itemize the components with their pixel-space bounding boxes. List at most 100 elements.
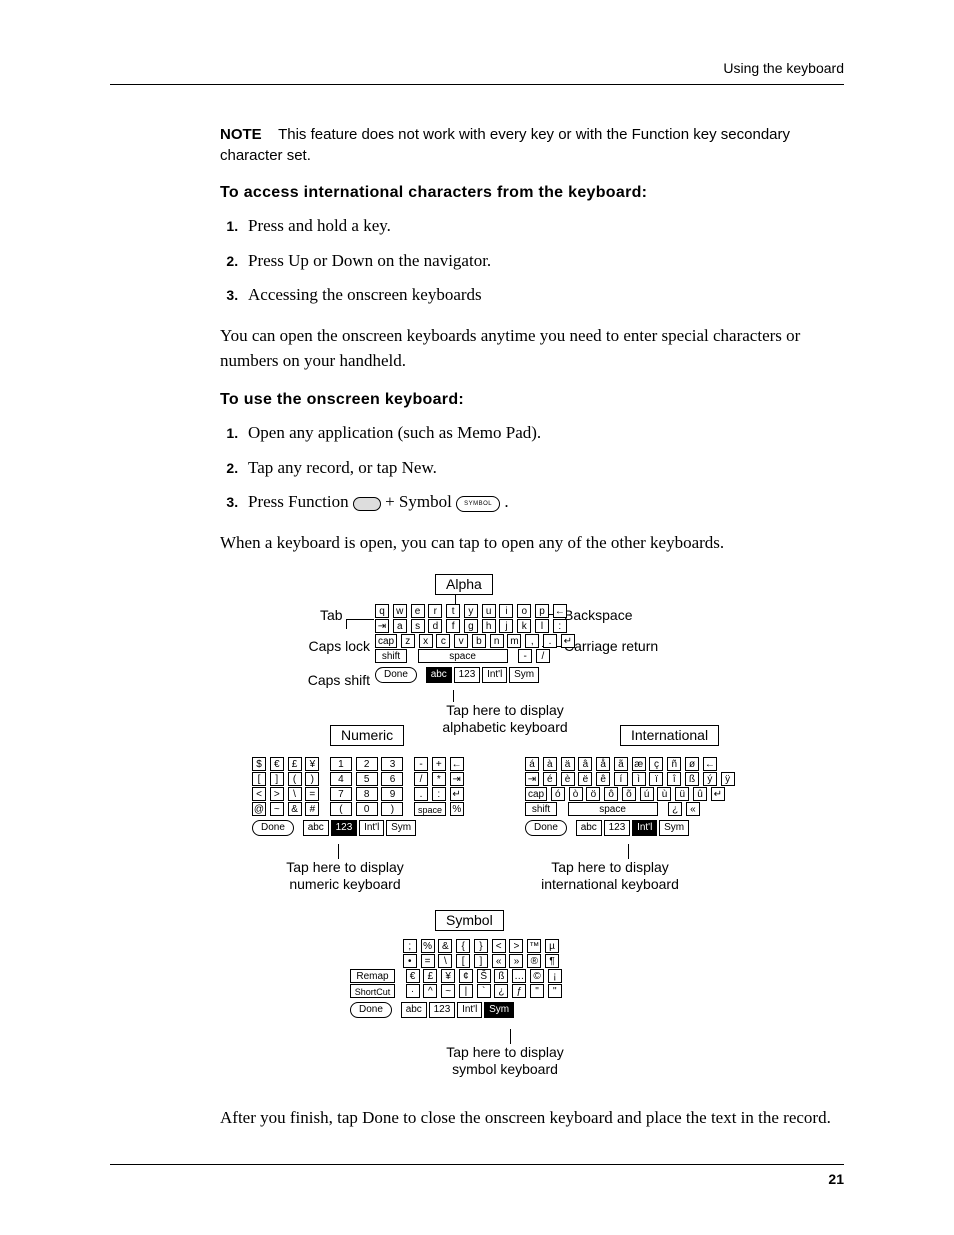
kbd-key: « (686, 802, 700, 816)
kbd-key-return: ↵ (561, 634, 575, 648)
kbd-done-button: Done (525, 820, 567, 836)
kbd-key: ¿ (668, 802, 682, 816)
kbd-key: µ (545, 939, 559, 953)
kbd-key: õ (622, 787, 636, 801)
kbd-key: t (446, 604, 460, 618)
kbd-key: ã (614, 757, 628, 771)
kbd-key: u (482, 604, 496, 618)
kbd-key: ä (561, 757, 575, 771)
kbd-key: " (530, 984, 544, 998)
caption-symbol: Tap here to displaysymbol keyboard (430, 1044, 580, 1079)
kbd-key: ÿ (721, 772, 735, 786)
kbd-key: ~ (270, 802, 284, 816)
kbd-key: ™ (527, 939, 541, 953)
step-item: Press Up or Down on the navigator. (242, 249, 844, 274)
kbd-key: $ (252, 757, 266, 771)
diagram-label-caps-lock: Caps lock (300, 638, 370, 654)
kbd-key: € (270, 757, 284, 771)
symbol-key-icon: SYMBOL (456, 496, 500, 512)
kbd-key-backspace: ← (553, 604, 567, 618)
kbd-key-tab: ⇥ (525, 772, 539, 786)
steps-intl: Press and hold a key. Press Up or Down o… (220, 214, 844, 308)
kbd-mode-sym: Sym (659, 820, 689, 836)
diagram-label-numeric: Numeric (330, 725, 404, 746)
kbd-key: @ (252, 802, 266, 816)
kbd-key-tab: ⇥ (450, 772, 464, 786)
diagram-label-tab: Tab (320, 607, 343, 623)
kbd-key-backspace: ← (703, 757, 717, 771)
kbd-mode-sym: Sym (386, 820, 416, 836)
kbd-key: ( (330, 802, 352, 816)
kbd-key: ú (640, 787, 654, 801)
page-number: 21 (110, 1164, 844, 1187)
kbd-key: 3 (381, 757, 403, 771)
body-paragraph: You can open the onscreen keyboards anyt… (220, 324, 844, 373)
kbd-done-button: Done (252, 820, 294, 836)
alpha-keyboard: q w e r t y u i o p ← ⇥ a s d f (375, 604, 576, 683)
kbd-key: ; (403, 939, 417, 953)
kbd-key: ¢ (459, 969, 473, 983)
kbd-key: = (305, 787, 319, 801)
kbd-key: * (432, 772, 446, 786)
caption-text: Tap here to displayalphabetic keyboard (442, 702, 567, 736)
kbd-key: ò (569, 787, 583, 801)
kbd-key: } (474, 939, 488, 953)
step3-middle: + Symbol (385, 492, 456, 511)
kbd-key: ç (649, 757, 663, 771)
step-item: Accessing the onscreen keyboards (242, 283, 844, 308)
kbd-key: < (252, 787, 266, 801)
kbd-key: å (596, 757, 610, 771)
kbd-key: % (421, 939, 435, 953)
kbd-key: Š (477, 969, 491, 983)
step-item: Open any application (such as Memo Pad). (242, 421, 844, 446)
page-number-value: 21 (828, 1171, 844, 1187)
step3-prefix: Press Function (248, 492, 353, 511)
kbd-key: w (393, 604, 407, 618)
kbd-key: % (450, 802, 464, 816)
kbd-key-return: ↵ (450, 787, 464, 801)
kbd-key: > (270, 787, 284, 801)
kbd-key-remap: Remap (350, 969, 395, 983)
kbd-key: q (375, 604, 389, 618)
kbd-mode-intl: Int'l (482, 667, 507, 683)
kbd-key: p (535, 604, 549, 618)
kbd-key: - (518, 649, 532, 663)
kbd-key: û (693, 787, 707, 801)
kbd-key: ø (685, 757, 699, 771)
kbd-key: 4 (330, 772, 352, 786)
kbd-key-return: ↵ (711, 787, 725, 801)
caption-numeric: Tap here to displaynumeric keyboard (270, 859, 420, 894)
kbd-key: æ (632, 757, 646, 771)
kbd-key: 7 (330, 787, 352, 801)
kbd-done-button: Done (375, 667, 417, 683)
kbd-mode-sym: Sym (509, 667, 539, 683)
diagram-label-symbol: Symbol (435, 910, 504, 931)
kbd-key-shift: shift (375, 649, 407, 663)
caption-text: Tap here to displaysymbol keyboard (446, 1044, 564, 1078)
kbd-key: r (428, 604, 442, 618)
kbd-key: \ (288, 787, 302, 801)
kbd-key: á (525, 757, 539, 771)
step-item: Tap any record, or tap New. (242, 456, 844, 481)
caption-alpha: Tap here to displayalphabetic keyboard (430, 702, 580, 737)
kbd-key: n (490, 634, 504, 648)
kbd-key: | (459, 984, 473, 998)
symbol-keyboard: ; % & { } < > ™ µ • = \ [ ] « (350, 939, 563, 1018)
kbd-key: £ (288, 757, 302, 771)
kbd-key: 5 (356, 772, 378, 786)
kbd-key: ¥ (441, 969, 455, 983)
kbd-key: i (499, 604, 513, 618)
kbd-key-cap: cap (375, 634, 397, 648)
kbd-key: > (509, 939, 523, 953)
kbd-key-space: space (414, 802, 446, 816)
function-key-icon (353, 497, 381, 511)
kbd-mode-abc: abc (303, 820, 329, 836)
kbd-key: ¥ (305, 757, 319, 771)
kbd-key: v (454, 634, 468, 648)
steps-onscreen: Open any application (such as Memo Pad).… (220, 421, 844, 515)
kbd-key-backspace: ← (450, 757, 464, 771)
kbd-mode-123: 123 (454, 667, 481, 683)
running-title: Using the keyboard (723, 60, 844, 76)
kbd-key: 8 (356, 787, 378, 801)
kbd-key-shift: shift (525, 802, 557, 816)
